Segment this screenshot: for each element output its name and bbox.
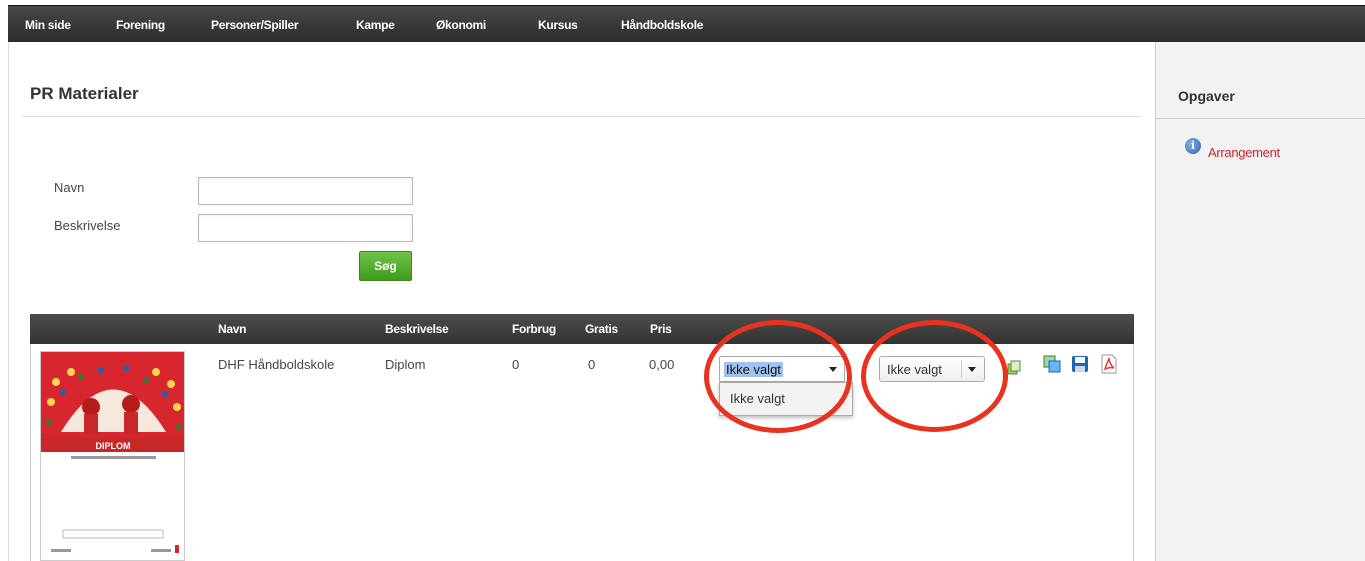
chevron-down-icon <box>829 367 837 372</box>
arrangement-link[interactable]: Arrangement <box>1208 145 1280 160</box>
nav-handboldskole[interactable]: Håndboldskole <box>621 18 703 32</box>
dropdown-option[interactable]: Ikke valgt <box>730 391 785 406</box>
diploma-thumbnail[interactable]: DIPLOM <box>40 351 185 561</box>
select-divider <box>961 360 962 378</box>
description-input[interactable] <box>198 214 413 242</box>
row-description: Diplom <box>385 357 426 372</box>
nav-kursus[interactable]: Kursus <box>538 18 578 32</box>
copy-icon[interactable] <box>1006 359 1022 378</box>
diploma-image: DIPLOM <box>41 352 184 553</box>
variant-select-value: Ikke valgt <box>887 362 942 377</box>
row-name: DHF Håndboldskole <box>218 357 335 372</box>
sidebar-title: Opgaver <box>1178 88 1235 104</box>
table-header: Navn Beskrivelse Forbrug Gratis Pris <box>30 314 1134 344</box>
nav-okonomi[interactable]: Økonomi <box>436 18 486 32</box>
variant-select[interactable]: Ikke valgt <box>879 356 985 382</box>
title-divider <box>22 116 1142 117</box>
left-edge <box>0 5 9 561</box>
right-sidebar <box>1155 42 1365 561</box>
info-icon: i <box>1185 138 1201 154</box>
name-input[interactable] <box>198 177 413 205</box>
description-label: Beskrivelse <box>54 218 121 233</box>
size-select[interactable]: Ikke valgt <box>719 356 845 382</box>
header-navn: Navn <box>218 322 247 336</box>
size-select-value: Ikke valgt <box>724 362 783 377</box>
row-usage: 0 <box>512 357 520 372</box>
row-free: 0 <box>588 357 596 372</box>
page-title: PR Materialer <box>30 84 139 103</box>
nav-forening[interactable]: Forening <box>116 18 165 32</box>
sidebar-divider <box>1156 118 1365 119</box>
pdf-icon[interactable] <box>1100 354 1118 377</box>
header-forbrug: Forbrug <box>512 322 556 336</box>
thumbnail-title: DIPLOM <box>96 441 131 451</box>
header-beskrivelse: Beskrivelse <box>385 322 449 336</box>
nav-min-side[interactable]: Min side <box>25 18 71 32</box>
name-label: Navn <box>54 180 85 195</box>
row-price: 0,00 <box>649 357 675 372</box>
nav-personer-spiller[interactable]: Personer/Spiller <box>211 18 299 32</box>
chevron-down-icon <box>968 367 976 372</box>
nav-kampe[interactable]: Kampe <box>356 18 395 32</box>
header-pris: Pris <box>650 322 672 336</box>
save-icon[interactable] <box>1071 355 1089 376</box>
top-navigation: Min side Forening Personer/Spiller Kampe… <box>8 5 1365 42</box>
duplicate-icon[interactable] <box>1043 355 1061 376</box>
size-select-dropdown: Ikke valgt <box>719 382 853 416</box>
header-gratis: Gratis <box>585 322 618 336</box>
search-button[interactable]: Søg <box>359 251 412 281</box>
